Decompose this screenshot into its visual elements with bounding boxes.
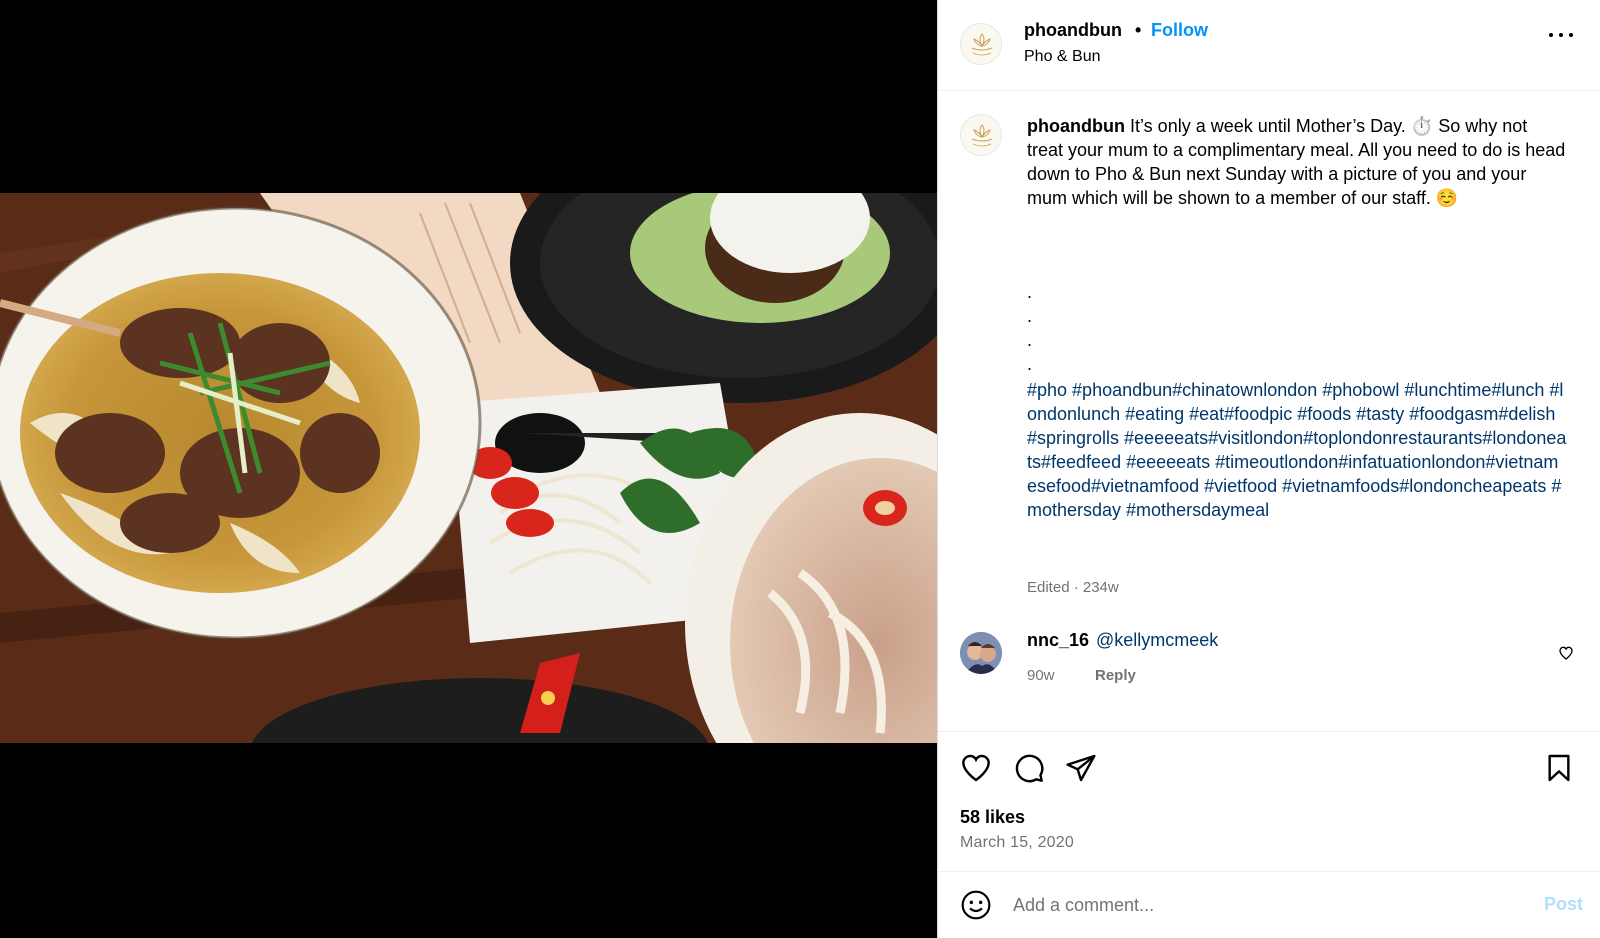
comment-bubble-icon[interactable] <box>1013 752 1045 784</box>
comment-age: 90w <box>1027 667 1055 684</box>
post-header: phoandbun • Follow Pho & Bun <box>938 0 1600 91</box>
commenter-avatar[interactable] <box>960 632 1002 674</box>
like-heart-icon[interactable] <box>960 752 992 784</box>
comment-username[interactable]: nnc_16 <box>1027 630 1089 651</box>
post-comment-button[interactable]: Post <box>1544 894 1583 915</box>
post-media <box>0 0 937 938</box>
caption-hashtags[interactable]: #pho #phoandbun#chinatownlondon #phobowl… <box>1027 378 1567 522</box>
post-date: March 15, 2020 <box>960 834 1074 851</box>
post-caption: phoandbun It’s only a week until Mother’… <box>1027 114 1567 210</box>
caption-dot: . <box>1027 306 1033 326</box>
caption-dot: . <box>1027 282 1033 302</box>
comment-input[interactable] <box>1013 892 1493 918</box>
lotus-logo-icon <box>962 25 1001 64</box>
author-avatar[interactable] <box>960 23 1002 65</box>
add-comment-bar: Post <box>938 871 1600 938</box>
share-paper-plane-icon[interactable] <box>1065 752 1097 784</box>
save-bookmark-icon[interactable] <box>1543 752 1575 784</box>
post-body: phoandbun It’s only a week until Mother’… <box>938 92 1600 730</box>
lotus-logo-icon <box>962 116 1001 155</box>
likes-count[interactable]: 58 likes <box>960 807 1025 828</box>
author-username[interactable]: phoandbun <box>1024 20 1122 41</box>
commenter-photo-icon <box>960 632 1002 674</box>
location-label[interactable]: Pho & Bun <box>1024 48 1101 66</box>
emoji-smiley-icon[interactable] <box>960 889 992 921</box>
caption-meta: Edited · 234w <box>1027 579 1119 596</box>
post-photo[interactable] <box>0 193 937 743</box>
caption-dot: . <box>1027 330 1033 350</box>
comment-like-heart-icon[interactable] <box>1558 645 1574 661</box>
separator-dot: • <box>1135 20 1142 40</box>
caption-author-avatar[interactable] <box>960 114 1002 156</box>
food-photo-image <box>0 193 937 743</box>
post-actions: 58 likes March 15, 2020 <box>938 731 1600 871</box>
caption-dots: . . . . <box>1027 280 1067 376</box>
caption-username[interactable]: phoandbun <box>1027 116 1125 136</box>
post-panel: phoandbun • Follow Pho & Bun phoandbun I… <box>937 0 1600 938</box>
more-options-icon[interactable] <box>1549 28 1575 42</box>
comment-text[interactable]: @kellymcmeek <box>1096 630 1218 651</box>
caption-dot: . <box>1027 354 1033 374</box>
follow-button[interactable]: Follow <box>1151 20 1208 41</box>
reply-button[interactable]: Reply <box>1095 667 1136 684</box>
